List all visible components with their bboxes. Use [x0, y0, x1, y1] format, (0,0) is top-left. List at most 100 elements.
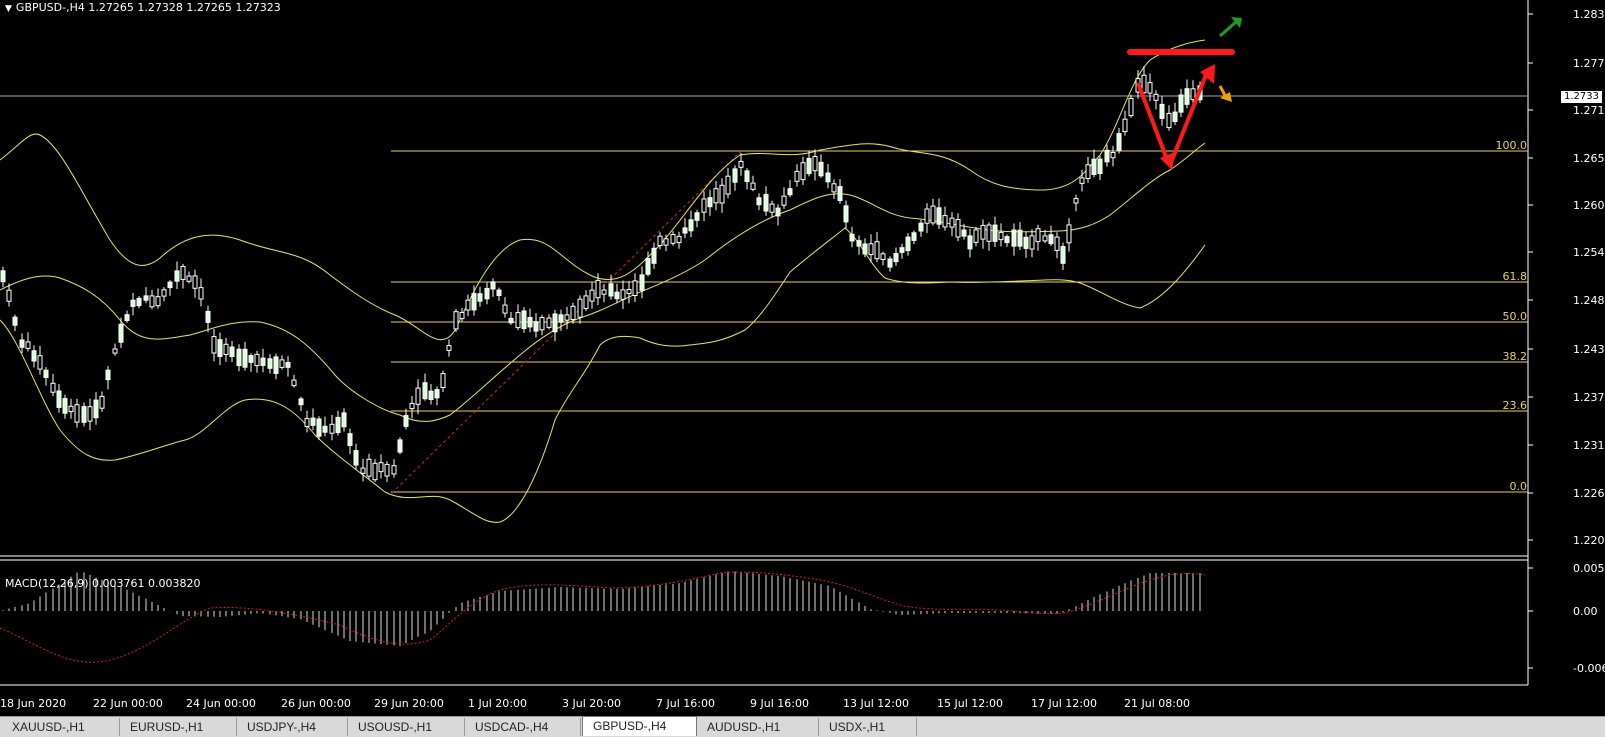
candle-body — [1017, 229, 1023, 247]
candle-body — [967, 235, 973, 250]
candle-body — [267, 358, 273, 369]
tab-usousd[interactable]: USOUSD-,H1 — [348, 718, 465, 736]
candle-body — [353, 450, 359, 466]
tab-usdx[interactable]: USDX-,H1 — [819, 718, 917, 736]
candle-body — [12, 316, 18, 326]
candle-body — [564, 314, 570, 321]
candle-body — [812, 156, 818, 172]
macd-axis-label: -0.006 — [1573, 662, 1605, 675]
candle-body — [477, 293, 483, 302]
tab-usdcad[interactable]: USDCAD-,H4 — [465, 718, 581, 736]
candle-body — [496, 289, 502, 297]
candle-body — [434, 389, 440, 399]
time-label: 22 Jun 00:00 — [93, 697, 163, 710]
candle-body — [732, 168, 738, 183]
candle-body — [670, 234, 676, 244]
fib-label-38-2: 38.2 — [1502, 350, 1528, 363]
candle-body — [781, 195, 787, 206]
candle-body — [149, 295, 155, 308]
candle-body — [707, 197, 713, 208]
candle-body — [1159, 103, 1165, 119]
candle-body — [614, 291, 620, 300]
candle-body — [1097, 158, 1103, 175]
tab-xauusd[interactable]: XAUUSD-,H1 — [2, 718, 120, 736]
time-label: 1 Jul 20:00 — [468, 697, 527, 710]
candle-body — [1122, 118, 1128, 133]
candle-body — [43, 369, 49, 379]
down-arrow-line — [1136, 82, 1170, 163]
candle-body — [180, 266, 186, 280]
candle-body — [74, 404, 80, 423]
candle-body — [1178, 94, 1184, 113]
candle-body — [701, 198, 707, 213]
candle-body — [471, 292, 477, 311]
fib-label-61-8: 61.8 — [1502, 270, 1528, 283]
candle-body — [843, 205, 849, 223]
candle-body — [465, 299, 471, 311]
candle-body — [558, 314, 564, 323]
candle-body — [515, 312, 521, 329]
candle-body — [601, 289, 607, 295]
price-label: 1.2774 — [1573, 57, 1605, 70]
candle-body — [453, 311, 459, 330]
candle-body — [415, 387, 421, 405]
candle-body — [229, 346, 235, 357]
candle-body — [198, 287, 204, 300]
candle-body — [626, 289, 632, 294]
candle-body — [68, 405, 74, 413]
candle-body — [632, 280, 638, 296]
candle-body — [490, 281, 496, 290]
candle-body — [577, 298, 583, 318]
fib-label-0: 0.0 — [1509, 480, 1528, 493]
candle-body — [205, 310, 211, 323]
candle-body — [521, 310, 527, 329]
candle-body — [961, 229, 967, 237]
candle-body — [155, 296, 161, 307]
candle-body — [422, 382, 428, 400]
candle-body — [136, 297, 142, 307]
tab-audusd[interactable]: AUDUSD-,H1 — [697, 718, 819, 736]
candle-body — [756, 197, 762, 206]
candle-body — [360, 467, 366, 474]
candle-body — [112, 348, 118, 354]
candle-body — [794, 170, 800, 182]
candle-body — [868, 243, 874, 256]
candle-body — [273, 356, 279, 374]
chart-menu-triangle-icon[interactable]: ▼ — [5, 4, 12, 14]
candle-body — [1035, 228, 1041, 243]
candle-body — [248, 355, 254, 363]
fib-label-100: 100.0 — [1495, 139, 1528, 152]
candle-body — [973, 229, 979, 243]
candle-body — [1190, 88, 1196, 101]
candle-body — [682, 227, 688, 234]
chart-canvas[interactable] — [0, 0, 1605, 736]
candle-body — [595, 279, 601, 299]
time-label: 29 Jun 20:00 — [374, 697, 444, 710]
chart-title: ▼ GBPUSD-,H4 1.27265 1.27328 1.27265 1.27… — [5, 1, 281, 14]
candle-body — [143, 295, 149, 301]
candle-body — [440, 373, 446, 389]
candle-body — [105, 369, 111, 381]
candle-body — [254, 353, 260, 367]
candle-body — [924, 208, 930, 224]
tab-gbpusd[interactable]: GBPUSD-,H4 — [582, 716, 697, 736]
price-label: 1.2715 — [1573, 104, 1605, 117]
time-label: 18 Jun 2020 — [0, 697, 67, 710]
candle-body — [874, 241, 880, 260]
candle-body — [527, 317, 533, 328]
candle-body — [546, 317, 552, 328]
candle-body — [1011, 229, 1017, 247]
time-label: 21 Jul 08:00 — [1124, 697, 1190, 710]
tab-usdjpy[interactable]: USDJPY-,H4 — [237, 718, 348, 736]
price-label: 1.2659 — [1573, 152, 1605, 165]
candle-body — [713, 188, 719, 204]
tab-eurusd[interactable]: EURUSD-,H1 — [120, 718, 237, 736]
candle-body — [763, 193, 769, 212]
candle-body — [124, 314, 130, 322]
candle-body — [589, 289, 595, 302]
bollinger-upper — [0, 39, 1206, 341]
candle-body — [291, 379, 297, 387]
candle-body — [955, 219, 961, 238]
candle-body — [279, 359, 285, 368]
candle-body — [62, 398, 68, 414]
